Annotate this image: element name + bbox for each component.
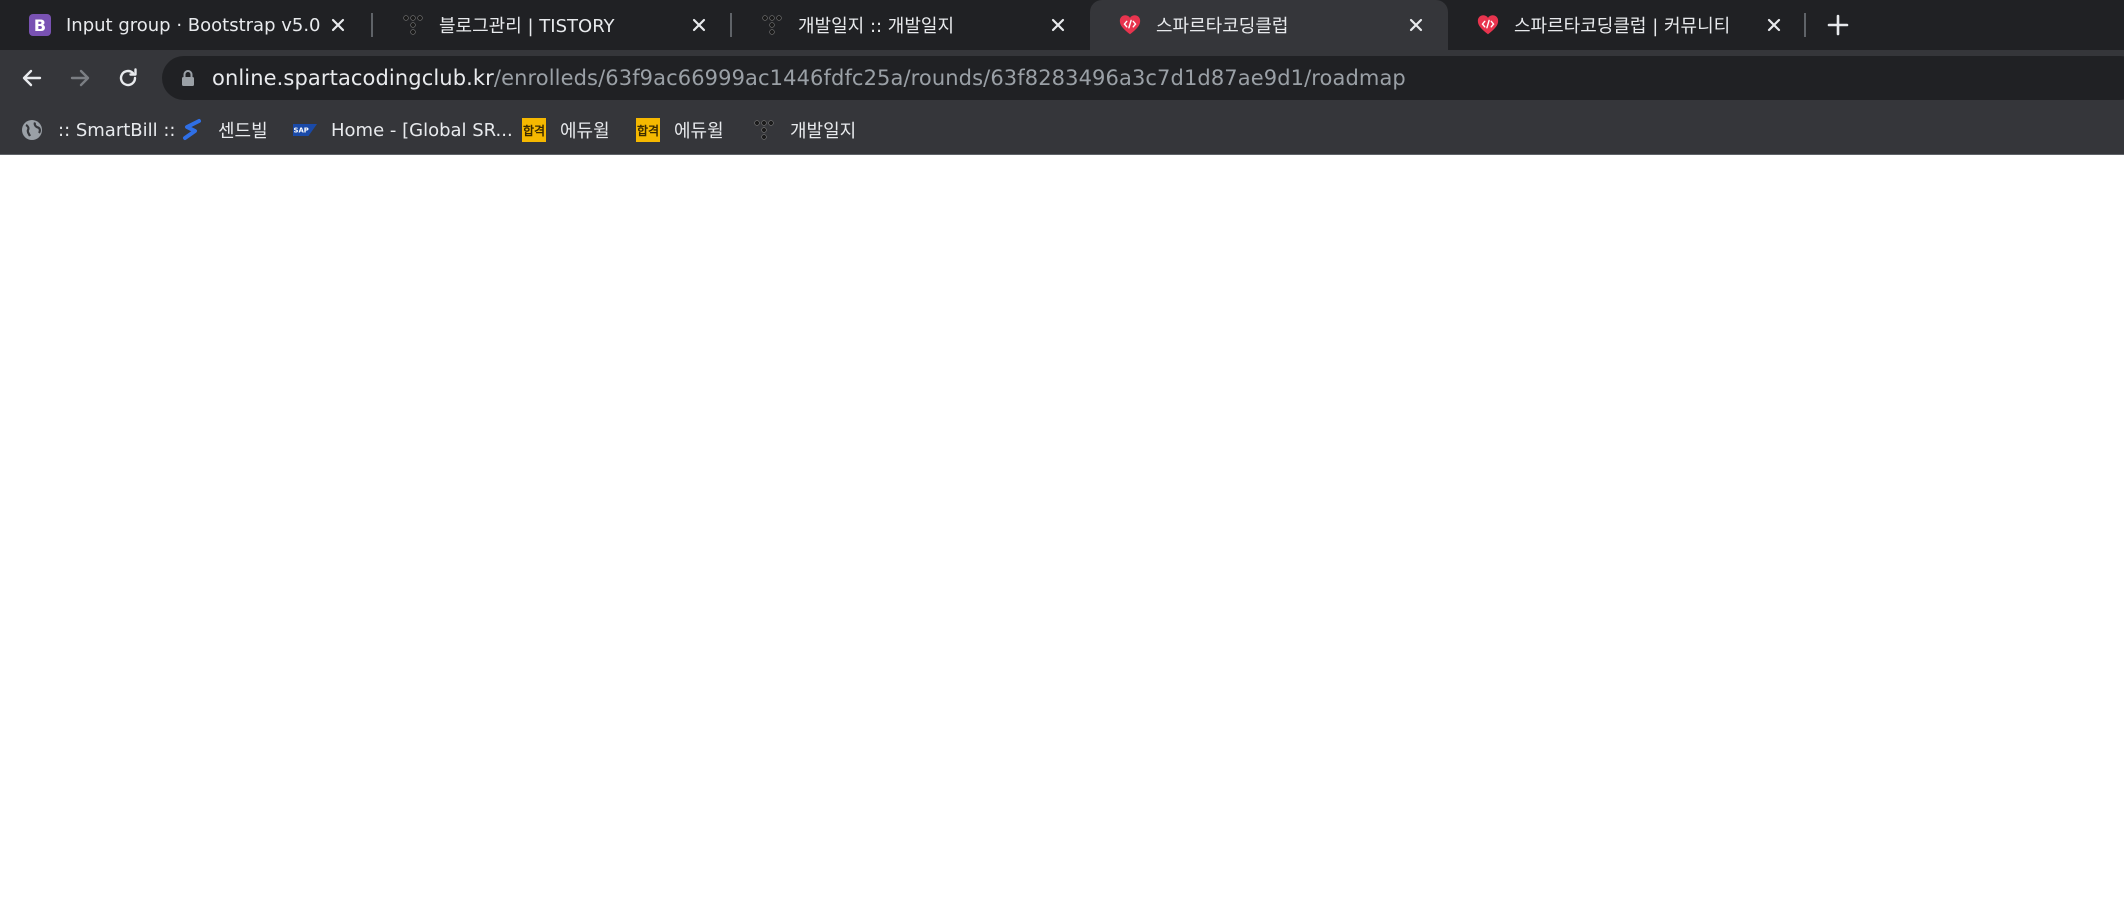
bootstrap-icon: B	[28, 13, 52, 37]
close-icon[interactable]	[1404, 13, 1428, 37]
tab-title: 스파르타코딩클럽	[1156, 16, 1289, 37]
back-button[interactable]	[16, 62, 48, 94]
tab-bootstrap[interactable]: B Input group · Bootstrap v5.0	[0, 0, 370, 50]
tab-title: 개발일지 :: 개발일지	[798, 16, 955, 37]
reload-button[interactable]	[112, 62, 144, 94]
tab-strip: B Input group · Bootstrap v5.0 블로그관리 | T…	[0, 0, 2124, 50]
tistory-icon	[401, 13, 425, 37]
tab-title: Input group · Bootstrap v5.0	[66, 14, 321, 36]
new-tab-button[interactable]	[1824, 11, 1852, 39]
bookmark-label: :: SmartBill ::	[58, 119, 176, 141]
sendbill-icon	[180, 118, 204, 142]
forward-button[interactable]	[64, 62, 96, 94]
tab-dev-log[interactable]: 개발일지 :: 개발일지	[732, 0, 1090, 50]
svg-text:합격: 합격	[523, 123, 545, 138]
toolbar-divider	[0, 154, 2124, 155]
tab-separator	[1804, 13, 1806, 37]
close-icon[interactable]	[687, 13, 711, 37]
lock-icon[interactable]	[178, 68, 198, 88]
tistory-icon	[752, 118, 776, 142]
globe-icon	[20, 118, 44, 142]
bookmark-label: 센드빌	[218, 121, 268, 142]
svg-text:합격: 합격	[637, 123, 659, 138]
toolbar: online.spartacodingclub.kr/enrolleds/63f…	[0, 50, 2124, 106]
address-bar[interactable]: online.spartacodingclub.kr/enrolleds/63f…	[162, 56, 2124, 100]
tab-title: 블로그관리 | TISTORY	[439, 16, 615, 37]
bookmark-label: 에듀윌	[674, 121, 724, 142]
sap-icon: SAP	[293, 118, 317, 142]
tab-sparta-community[interactable]: 스파르타코딩클럽 | 커뮤니티	[1448, 0, 1806, 50]
eduwill-icon: 합격	[636, 118, 660, 142]
bookmark-label: 에듀윌	[560, 121, 610, 142]
plus-icon	[1827, 14, 1849, 36]
tab-title: 스파르타코딩클럽 | 커뮤니티	[1514, 16, 1731, 37]
reload-icon	[119, 68, 137, 87]
arrow-left-icon	[22, 69, 42, 87]
bookmark-label: 개발일지	[790, 121, 857, 142]
url-path: /enrolleds/63f9ac66999ac1446fdfc25a/roun…	[493, 66, 1406, 90]
sparta-icon	[1118, 13, 1142, 37]
bookmark-sendbill[interactable]: 센드빌	[180, 106, 268, 154]
tab-sparta-active[interactable]: 스파르타코딩클럽	[1090, 0, 1448, 50]
close-icon[interactable]	[1046, 13, 1070, 37]
url-host: online.spartacodingclub.kr	[212, 66, 494, 90]
tistory-icon	[760, 13, 784, 37]
svg-text:B: B	[34, 16, 46, 35]
sparta-icon	[1476, 13, 1500, 37]
bookmark-eduwill-2[interactable]: 합격 에듀윌	[636, 106, 724, 154]
close-icon[interactable]	[326, 13, 350, 37]
browser-chrome: B Input group · Bootstrap v5.0 블로그관리 | T…	[0, 0, 2124, 155]
bookmarks-bar: :: SmartBill :: 센드빌 SAP Home - [Global S…	[0, 106, 2124, 154]
close-icon[interactable]	[1762, 13, 1786, 37]
page-content	[0, 155, 2124, 922]
arrow-right-icon	[70, 69, 90, 87]
bookmark-label: Home - [Global SR...	[331, 119, 513, 141]
eduwill-icon: 합격	[522, 118, 546, 142]
bookmark-sap-home[interactable]: SAP Home - [Global SR...	[293, 106, 513, 154]
bookmark-smartbill[interactable]: :: SmartBill ::	[20, 106, 176, 154]
bookmark-eduwill-1[interactable]: 합격 에듀윌	[522, 106, 610, 154]
tab-tistory-admin[interactable]: 블로그관리 | TISTORY	[373, 0, 731, 50]
bookmark-dev-log[interactable]: 개발일지	[752, 106, 856, 154]
svg-text:SAP: SAP	[294, 127, 309, 135]
url-text: online.spartacodingclub.kr/enrolleds/63f…	[212, 66, 1406, 90]
